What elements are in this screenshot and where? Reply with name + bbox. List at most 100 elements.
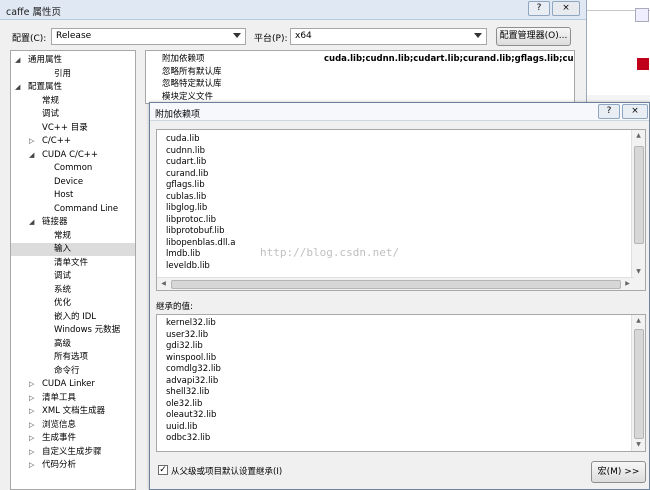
tree-item[interactable]: Windows 元数据 [11,324,135,337]
collapsed-arrow-icon[interactable]: ▷ [29,135,34,148]
tree-item[interactable]: 常规 [11,230,135,243]
deps-scroll-thumb[interactable] [634,146,644,244]
platform-select[interactable]: x64 [290,28,487,45]
tree-item[interactable]: ▷ 代码分析 [11,459,135,472]
dep-line: cublas.lib [166,191,207,202]
tree-item-label: CUDA Linker [42,379,95,389]
inherit-checkbox[interactable]: ✓ [158,465,168,475]
tree-item-label: 清单工具 [42,392,77,403]
platform-label: 平台(P): [254,34,288,44]
collapsed-arrow-icon[interactable]: ▷ [29,446,34,459]
tree-item-label: Common [54,163,93,173]
tree-item[interactable]: ◢ CUDA C/C++ [11,149,135,162]
tree-item[interactable]: Common [11,162,135,175]
dialog-titlebar: 附加依赖项 ? × [150,103,649,121]
tree-item[interactable]: 调试 [11,108,135,121]
config-select[interactable]: Release [51,28,246,45]
dep-line: libprotoc.lib [166,214,217,225]
watermark-text: http://blog.csdn.net/ [260,246,400,259]
tree-item-label: 所有选项 [54,352,89,362]
close-button[interactable]: × [552,1,580,16]
dialog-help-button[interactable]: ? [598,104,620,119]
dialog-close-button[interactable]: × [622,104,648,119]
dep-line: leveldb.lib [166,260,210,271]
tree-item[interactable]: 高级 [11,338,135,351]
grid-row-value: cuda.lib;cudnn.lib;cudart.lib;curand.lib… [324,54,574,64]
tree-item[interactable]: 优化 [11,297,135,310]
scroll-right-icon[interactable]: ▶ [621,278,634,290]
inherited-item: kernel32.lib [166,318,216,328]
tree-item[interactable]: ▷ 自定义生成步骤 [11,446,135,459]
tree-item[interactable]: ◢ 配置属性 [11,81,135,94]
platform-select-value: x64 [295,31,312,41]
collapsed-arrow-icon[interactable]: ▷ [29,459,34,472]
tree-item[interactable]: VC++ 目录 [11,122,135,135]
tree-item[interactable]: 所有选项 [11,351,135,364]
window-titlebar: caffe 属性页 ? × [0,0,586,20]
expanded-arrow-icon[interactable]: ◢ [15,54,20,67]
tree-item[interactable]: ▷ C/C++ [11,135,135,148]
tree-item[interactable]: ◢ 通用属性 [11,54,135,67]
chevron-down-icon [474,33,482,38]
expanded-arrow-icon[interactable]: ◢ [15,81,20,94]
tree-item[interactable]: 清单文件 [11,257,135,270]
macro-button[interactable]: 宏(M) >> [591,461,646,483]
tree-item[interactable]: ▷ 生成事件 [11,432,135,445]
grid-row-name: 忽略特定默认库 [162,79,222,89]
deps-hscroll-thumb[interactable] [171,280,621,289]
collapsed-arrow-icon[interactable]: ▷ [29,378,34,391]
help-button[interactable]: ? [528,1,550,16]
tree-item[interactable]: ▷ XML 文档生成器 [11,405,135,418]
collapsed-arrow-icon[interactable]: ▷ [29,405,34,418]
tree-item[interactable]: ▷ 浏览信息 [11,419,135,432]
deps-hscrollbar[interactable]: ◀ ▶ [157,277,634,290]
inherited-scroll-thumb[interactable] [634,329,644,439]
scroll-up-icon[interactable]: ▲ [632,315,645,327]
grid-row[interactable]: 忽略特定默认库 [146,78,574,90]
dep-line: lmdb.lib [166,249,201,259]
grid-row[interactable]: 忽略所有默认库 [146,66,574,78]
collapsed-arrow-icon[interactable]: ▷ [29,419,34,432]
grid-row[interactable]: 附加依赖项 cuda.lib;cudnn.lib;cudart.lib;curan… [146,53,574,65]
tree-item[interactable]: Device [11,176,135,189]
tree-item[interactable]: 引用 [11,68,135,81]
tree-item-label: Windows 元数据 [54,325,121,335]
tree-item[interactable]: 命令行 [11,365,135,378]
grid-row-name: 模块定义文件 [162,91,214,102]
grid-row-name: 忽略所有默认库 [162,66,222,77]
tree-item-label: XML 文档生成器 [42,406,106,416]
tree-item[interactable]: ◢ 链接器 [11,216,135,229]
collapsed-arrow-icon[interactable]: ▷ [29,432,34,445]
tree-item[interactable]: 系统 [11,284,135,297]
tree-item[interactable]: 输入 [11,243,135,256]
expanded-arrow-icon[interactable]: ◢ [29,149,34,162]
tree-item-label: Command Line [54,203,119,214]
tree-item[interactable]: ▷ 清单工具 [11,392,135,405]
property-grid: 附加依赖项 cuda.lib;cudnn.lib;cudart.lib;curan… [145,50,575,104]
grid-row[interactable]: 模块定义文件 [146,91,574,103]
scroll-left-icon[interactable]: ◀ [157,278,170,290]
expanded-arrow-icon[interactable]: ◢ [29,216,34,229]
tree-item[interactable]: 常规 [11,95,135,108]
tree-item-label: 调试 [42,109,60,119]
tree-item[interactable]: Host [11,189,135,202]
tree-item[interactable]: Command Line [11,203,135,216]
tree-item-label: 高级 [54,338,72,349]
additional-deps-dialog: 附加依赖项 ? × ▲ ▼ ◀ ▶ cuda.lib cudnn.lib cudar… [149,102,650,490]
deps-vscrollbar[interactable]: ▲ ▼ [631,130,645,290]
scroll-up-icon[interactable]: ▲ [632,130,645,142]
config-manager-button[interactable]: 配置管理器(O)... [496,27,571,46]
tree-item[interactable]: 嵌入的 IDL [11,311,135,324]
tree-item[interactable]: ▷ CUDA Linker [11,378,135,391]
property-tree: ◢ 通用属性 引用 ◢ 配置属性 常规 调试 VC++ 目录 ▷ C/C++ ◢ CUDA C/C++… [10,50,136,490]
tree-item-label: 生成事件 [42,433,77,443]
deps-textbox[interactable]: ▲ ▼ ◀ ▶ cuda.lib cudnn.lib cudart.lib curan… [156,129,646,291]
collapsed-arrow-icon[interactable]: ▷ [29,392,34,405]
tree-item-label: VC++ 目录 [42,122,88,133]
tree-item[interactable]: 调试 [11,270,135,283]
dep-line: cudart.lib [166,157,207,167]
scroll-down-icon[interactable]: ▼ [632,439,645,451]
tree-item-label: 嵌入的 IDL [54,311,96,322]
inherited-vscrollbar[interactable]: ▲ ▼ [631,315,645,451]
inherited-item: uuid.lib [166,421,198,432]
